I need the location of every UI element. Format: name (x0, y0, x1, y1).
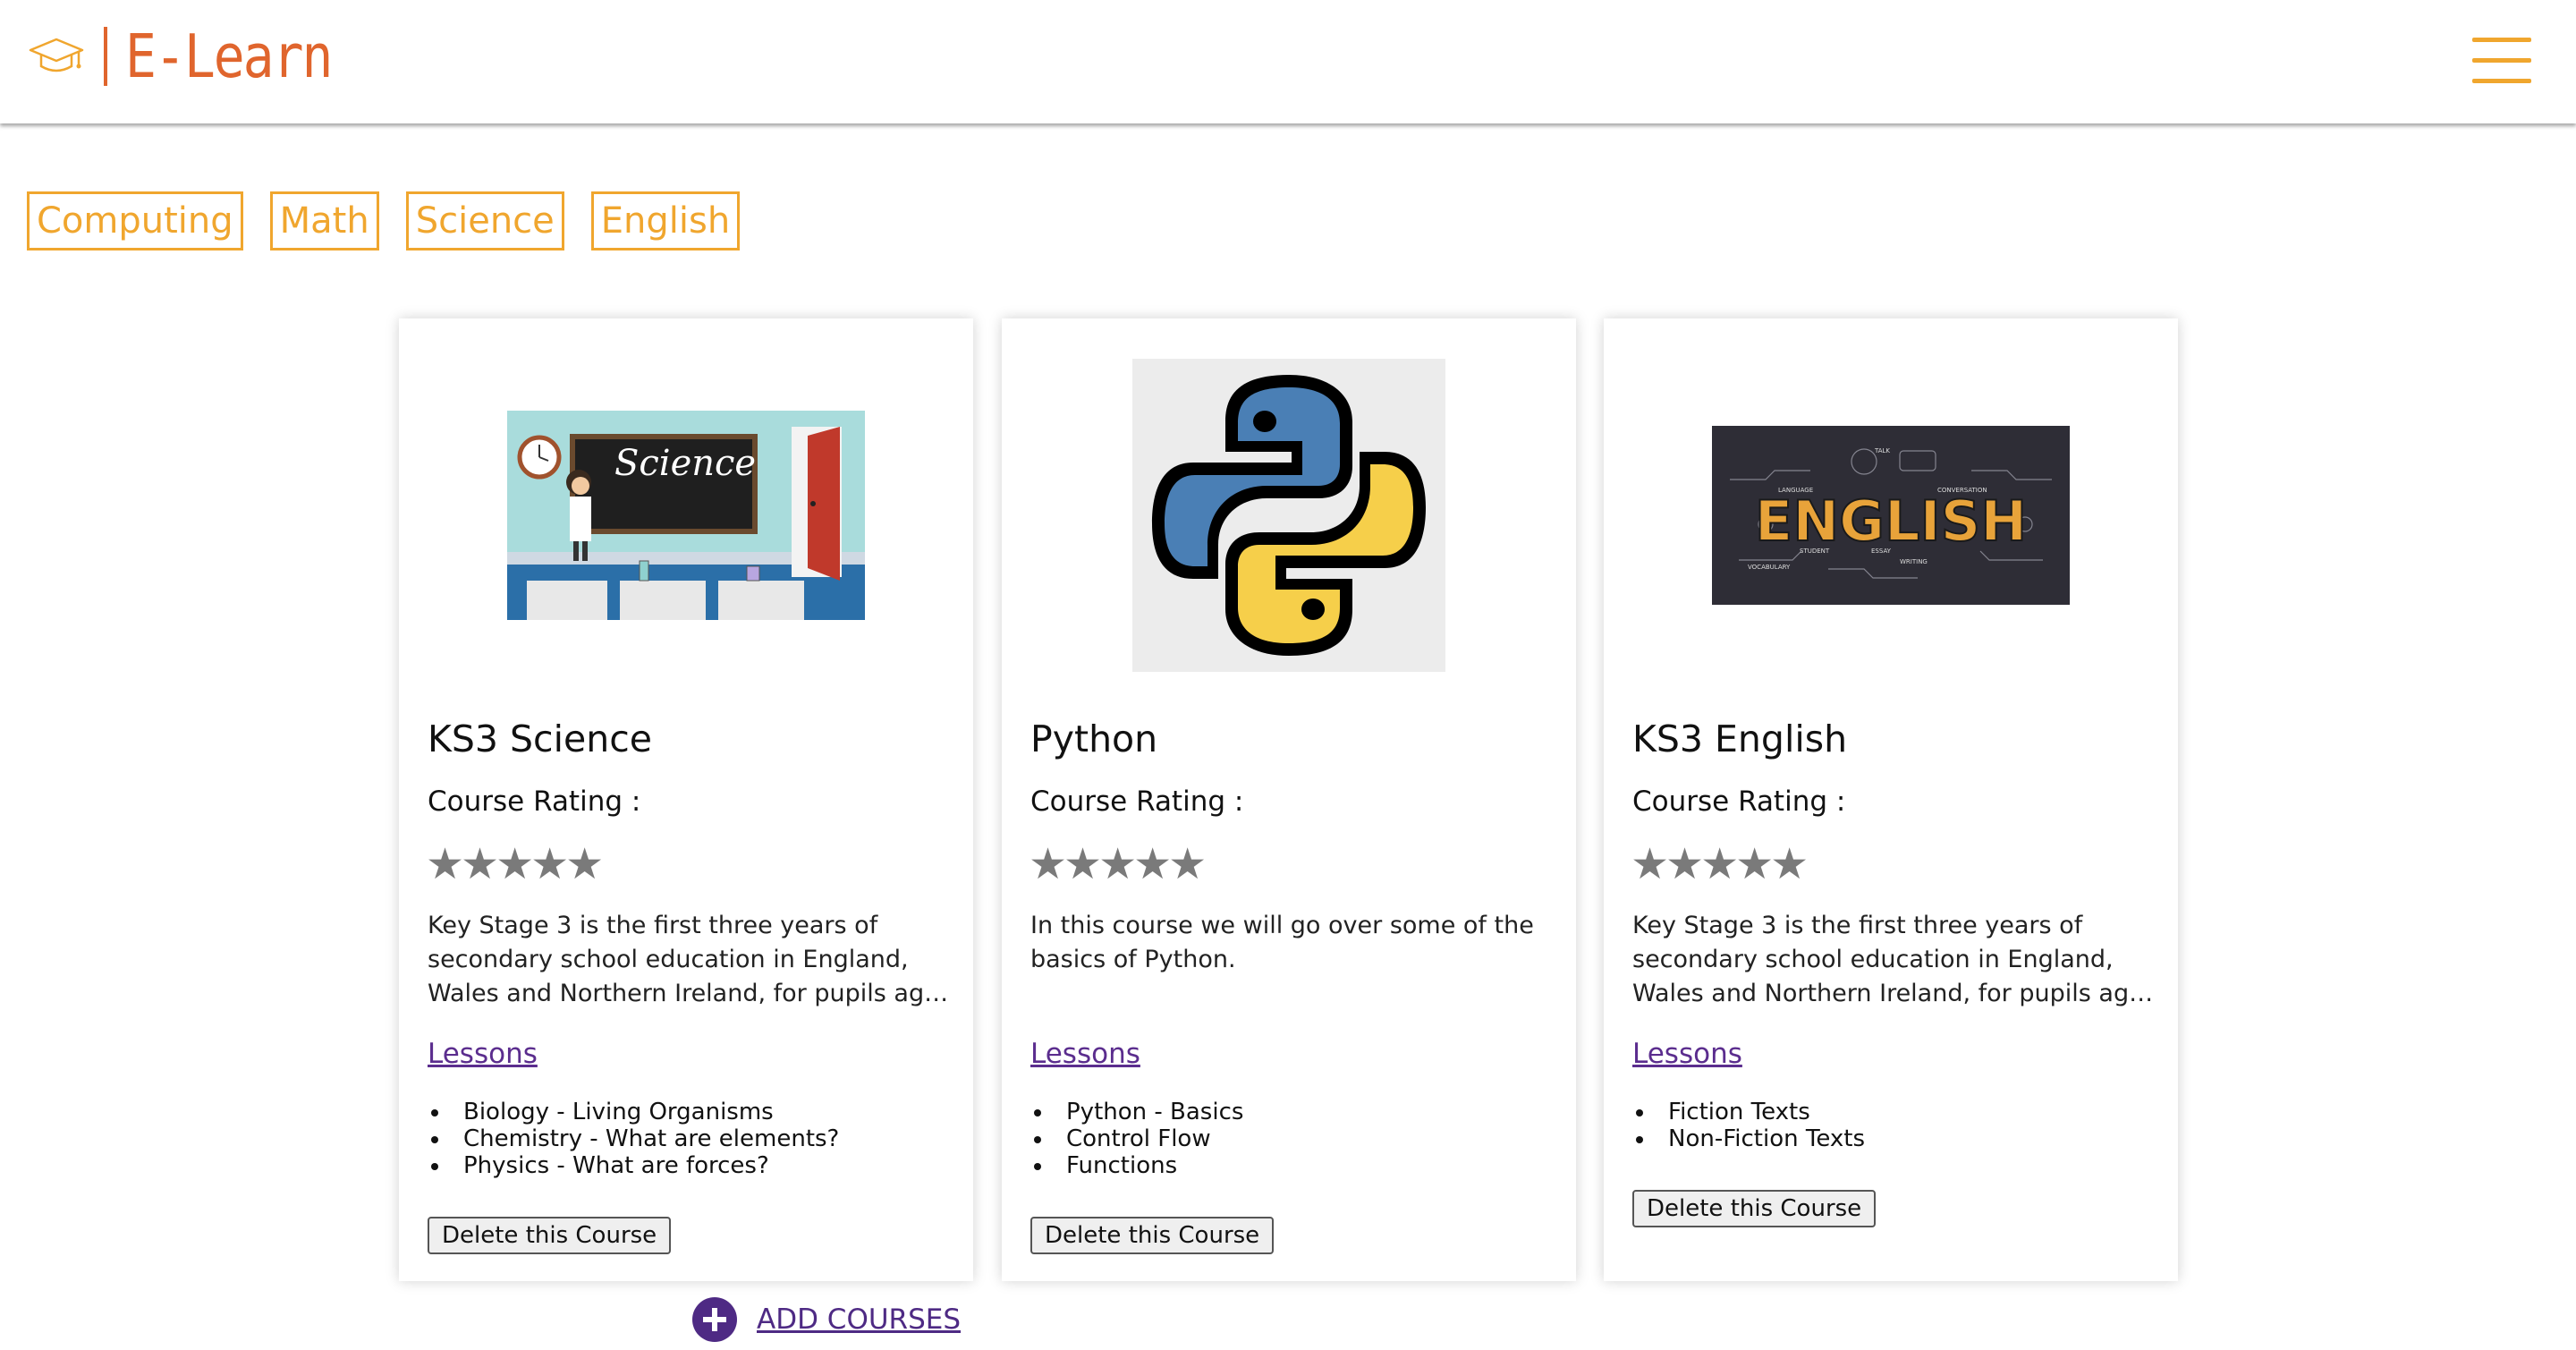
course-title: KS3 English (1632, 717, 1848, 760)
course-card: TALK CONVERSATION LANGUAGE STUDENT ESSAY… (1604, 318, 2178, 1281)
image-word-text: VOCABULARY (1748, 564, 1791, 571)
english-word-art-image: TALK CONVERSATION LANGUAGE STUDENT ESSAY… (1712, 426, 2070, 605)
lesson-list: Fiction Texts Non-Fiction Texts (1636, 1099, 1865, 1152)
course-rating-label: Course Rating : (1632, 785, 1846, 818)
image-science-text: Science (614, 443, 756, 484)
lesson-item: Functions (1034, 1152, 1243, 1179)
delete-course-button[interactable]: Delete this Course (1030, 1217, 1275, 1254)
course-card: Python Course Rating : ★★★★★ In this cou… (1002, 318, 1576, 1281)
lesson-item: Physics - What are forces? (431, 1152, 839, 1179)
course-title: Python (1030, 717, 1158, 760)
delete-course-button[interactable]: Delete this Course (428, 1217, 672, 1254)
add-courses-label[interactable]: ADD COURSES (757, 1303, 961, 1336)
lesson-item: Fiction Texts (1636, 1099, 1865, 1125)
course-image (1002, 318, 1576, 712)
plus-circle-icon[interactable] (692, 1297, 737, 1342)
lesson-list: Biology - Living Organisms Chemistry - W… (431, 1099, 839, 1179)
course-title: KS3 Science (428, 717, 652, 760)
top-navigation-bar: E-Learn (0, 0, 2576, 123)
lessons-link[interactable]: Lessons (1632, 1038, 1742, 1070)
category-filters: Computing Math Science English (27, 191, 741, 250)
image-english-text: ENGLISH (1755, 488, 2027, 554)
filter-math-button[interactable]: Math (269, 191, 379, 250)
course-description: Key Stage 3 is the first three years of … (1632, 912, 2159, 1007)
lesson-item: Control Flow (1034, 1125, 1243, 1152)
course-rating-label: Course Rating : (1030, 785, 1244, 818)
course-description: In this course we will go over some of t… (1030, 912, 1534, 973)
hamburger-menu-icon[interactable] (2472, 38, 2531, 84)
python-logo-image (1132, 359, 1445, 672)
filter-computing-button[interactable]: Computing (27, 191, 243, 250)
lessons-link[interactable]: Lessons (428, 1038, 538, 1070)
lesson-item: Python - Basics (1034, 1099, 1243, 1125)
course-card: Science KS3 Science Course Rating : ★★★★… (399, 318, 973, 1281)
brand[interactable]: E-Learn (29, 22, 333, 90)
science-classroom-image: Science (507, 411, 865, 620)
filter-english-button[interactable]: English (590, 191, 741, 250)
delete-course-button[interactable]: Delete this Course (1632, 1190, 1877, 1227)
brand-name[interactable]: E-Learn (125, 22, 333, 90)
course-rating-label: Course Rating : (428, 785, 641, 818)
course-image: Science (399, 318, 973, 712)
graduation-cap-icon (29, 38, 84, 72)
add-courses-link[interactable]: ADD COURSES (692, 1297, 961, 1342)
course-image: TALK CONVERSATION LANGUAGE STUDENT ESSAY… (1604, 318, 2178, 712)
star-rating[interactable]: ★★★★★ (1029, 843, 1207, 886)
lesson-list: Python - Basics Control Flow Functions (1034, 1099, 1243, 1179)
filter-science-button[interactable]: Science (405, 191, 564, 250)
lesson-item: Non-Fiction Texts (1636, 1125, 1865, 1152)
course-description: Key Stage 3 is the first three years of … (428, 912, 954, 1007)
lesson-item: Chemistry - What are elements? (431, 1125, 839, 1152)
star-rating[interactable]: ★★★★★ (1631, 843, 1809, 886)
star-rating[interactable]: ★★★★★ (426, 843, 604, 886)
lessons-link[interactable]: Lessons (1030, 1038, 1140, 1070)
lesson-item: Biology - Living Organisms (431, 1099, 839, 1125)
image-word-text: TALK (1874, 447, 1890, 454)
image-word-text: WRITING (1900, 558, 1928, 565)
brand-divider (104, 27, 107, 86)
